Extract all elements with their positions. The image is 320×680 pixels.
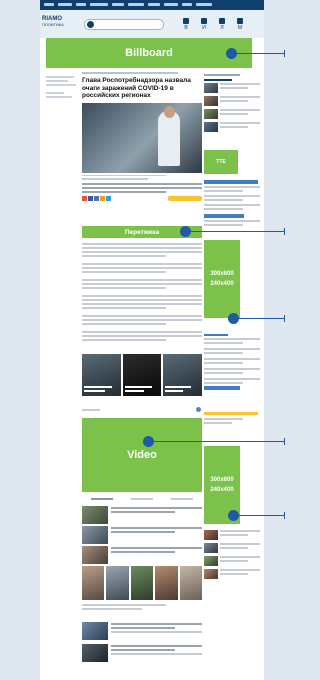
ad1-marker-icon [228, 313, 239, 324]
ad-300x600-slot: 300x600 240x400 [204, 240, 240, 318]
more-button[interactable] [204, 386, 240, 390]
sidebar-news-item[interactable] [204, 530, 260, 541]
user-icon[interactable]: Л [216, 18, 228, 31]
related-tile[interactable] [163, 354, 203, 396]
article-meta [82, 407, 202, 413]
live-pill-button[interactable] [84, 19, 164, 30]
bookmark-icon[interactable]: И [198, 18, 210, 31]
right-sidebar-list [204, 334, 260, 386]
photo-tile[interactable] [106, 566, 129, 600]
menu-label: М [237, 25, 243, 31]
site-header: RIAMO ПОЛИТИКА В И Л М [40, 10, 264, 38]
top-nav-bar[interactable] [40, 0, 264, 10]
sidebar-news-item[interactable] [204, 569, 260, 580]
article-title: Глава Роспотребнадзора назвала очаги зар… [82, 77, 191, 99]
ad-size-label: 300x600 [210, 271, 234, 277]
photo-tile[interactable] [155, 566, 178, 600]
billboard-marker-icon [226, 48, 237, 59]
article-lead [82, 182, 202, 193]
news-item[interactable] [82, 622, 202, 640]
photo-tile[interactable] [130, 566, 154, 600]
tab-news[interactable] [91, 498, 113, 500]
billboard-ad-slot: Billboard [46, 38, 252, 68]
news-item[interactable] [82, 546, 202, 564]
news-item[interactable] [82, 526, 202, 544]
section-bar [204, 180, 258, 184]
article-photo [82, 102, 202, 173]
share-bar [82, 195, 202, 201]
right-sidebar-list [204, 186, 260, 212]
menu-icon[interactable]: М [234, 18, 246, 31]
ad2-pointer [239, 512, 285, 519]
sidebar-news-item[interactable] [204, 96, 260, 107]
facebook-icon[interactable] [88, 195, 93, 201]
breadcrumb[interactable] [82, 72, 202, 74]
related-tile[interactable] [82, 354, 121, 396]
right-sidebar-bottom [204, 528, 260, 580]
related-tiles [82, 354, 203, 396]
ok-icon[interactable] [100, 195, 105, 201]
right-sidebar-list [204, 418, 260, 426]
user-label: Л [220, 25, 224, 31]
sidebar-news-item[interactable] [204, 543, 260, 554]
article-body [82, 243, 202, 343]
related-tile[interactable] [122, 354, 162, 396]
page-frame: RIAMO ПОЛИТИКА В И Л М Billboard Глава Р… [40, 0, 264, 680]
views-counter [196, 407, 202, 412]
video-pointer [154, 438, 285, 445]
eye-icon [196, 407, 201, 412]
billboard-pointer [237, 50, 285, 57]
side-banner-ad-slot: TTE [204, 150, 238, 174]
right-sidebar-list [204, 220, 260, 228]
sidebar-news-item[interactable] [204, 122, 260, 133]
right-sidebar-top [204, 72, 260, 133]
vk-icon[interactable] [94, 195, 99, 201]
play-icon [87, 21, 94, 28]
more-links [82, 604, 202, 612]
news-tabs [82, 496, 202, 502]
subscribe-tag[interactable] [168, 195, 202, 201]
news-item[interactable] [82, 644, 202, 662]
peretyazhka-marker-icon [180, 226, 191, 237]
site-logo[interactable]: RIAMO ПОЛИТИКА [42, 16, 76, 30]
photo-caption [82, 174, 202, 180]
ad-size-label: 240x400 [210, 281, 234, 287]
article-column: Глава Роспотребнадзора назвала очаги зар… [82, 72, 202, 201]
news-item[interactable] [82, 506, 202, 524]
telegram-icon[interactable] [106, 195, 111, 201]
ad2-marker-icon [228, 510, 239, 521]
ad1-pointer [239, 315, 285, 322]
peretyazhka-pointer [191, 228, 285, 235]
ad-size-label: 240x400 [210, 487, 234, 493]
photo-tile[interactable] [82, 566, 105, 600]
photo-tile[interactable] [179, 566, 203, 600]
tab-discussed[interactable] [171, 498, 193, 500]
profile-label: В [184, 25, 188, 31]
ad-size-label: 300x600 [210, 477, 234, 483]
logo-subtitle: ПОЛИТИКА [42, 22, 64, 27]
video-ad-slot: Video [82, 418, 202, 492]
section-bar [204, 214, 244, 218]
video-marker-icon [143, 436, 154, 447]
sidebar-news-item[interactable] [204, 109, 260, 120]
share-icon[interactable] [82, 195, 87, 201]
bookmark-label: И [202, 25, 206, 31]
tab-popular[interactable] [131, 498, 153, 500]
sidebar-news-item[interactable] [204, 556, 260, 567]
left-sidebar [46, 76, 80, 100]
photo-strip [82, 566, 203, 600]
section-bar [204, 412, 258, 415]
sidebar-news-item[interactable] [204, 83, 260, 94]
profile-icon[interactable]: В [180, 18, 192, 31]
